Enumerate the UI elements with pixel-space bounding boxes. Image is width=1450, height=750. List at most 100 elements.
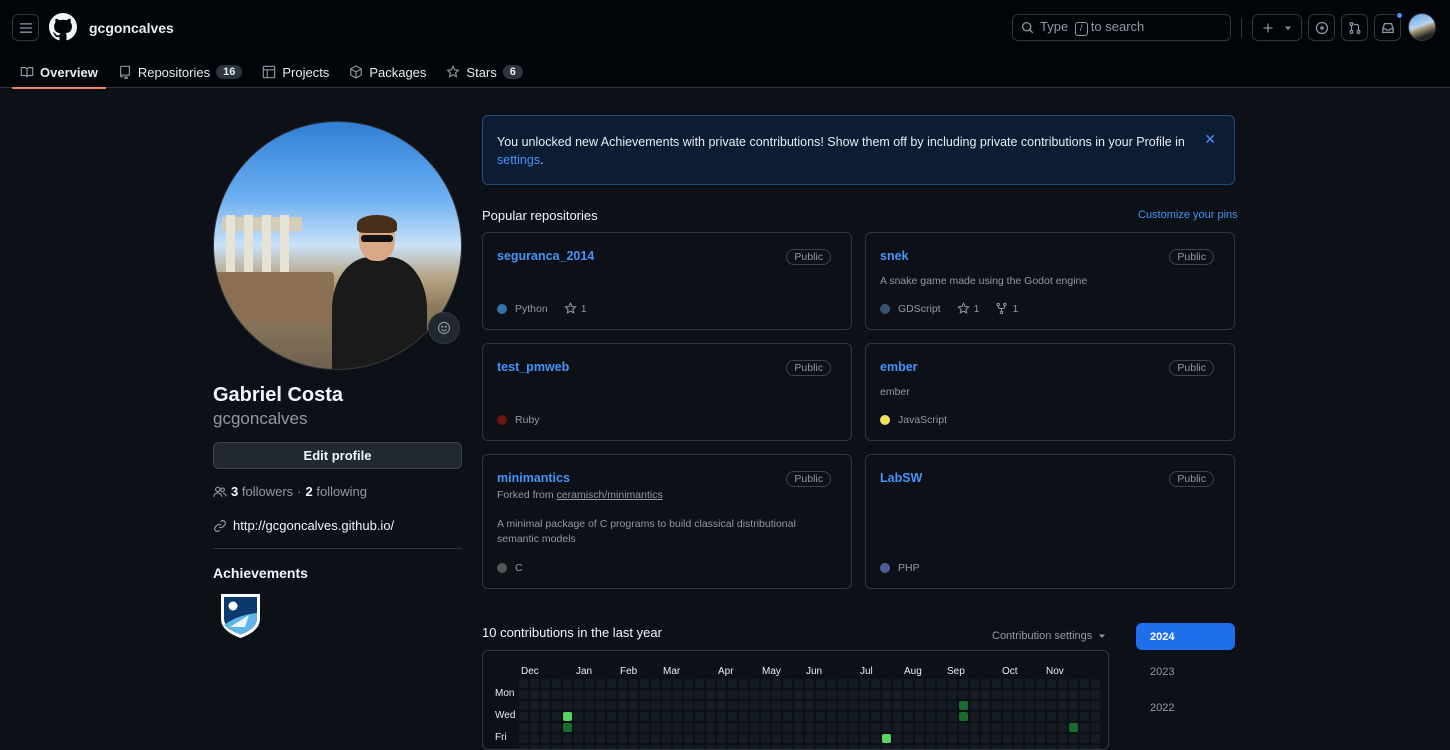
contribution-cell[interactable] — [629, 679, 638, 688]
contribution-cell[interactable] — [970, 734, 979, 743]
contribution-cell[interactable] — [717, 723, 726, 732]
contribution-cell[interactable] — [640, 690, 649, 699]
contribution-cell[interactable] — [607, 745, 616, 749]
contribution-cell[interactable] — [926, 723, 935, 732]
contribution-cell[interactable] — [585, 679, 594, 688]
contribution-cell[interactable] — [860, 690, 869, 699]
contribution-cell[interactable] — [959, 690, 968, 699]
contribution-cell[interactable] — [827, 734, 836, 743]
contribution-cell[interactable] — [772, 723, 781, 732]
contribution-cell[interactable] — [563, 690, 572, 699]
contribution-cell[interactable] — [827, 679, 836, 688]
contribution-cell[interactable] — [805, 701, 814, 710]
search-input[interactable]: Type / to search — [1012, 14, 1231, 41]
contribution-cell[interactable] — [750, 679, 759, 688]
contribution-cell[interactable] — [618, 734, 627, 743]
contribution-cell[interactable] — [618, 701, 627, 710]
contribution-cell[interactable] — [530, 690, 539, 699]
contribution-cell[interactable] — [838, 701, 847, 710]
contribution-cell[interactable] — [893, 723, 902, 732]
contribution-cell[interactable] — [607, 712, 616, 721]
contribution-cell[interactable] — [915, 734, 924, 743]
contribution-cell[interactable] — [695, 690, 704, 699]
contribution-cell[interactable] — [662, 712, 671, 721]
year-2023-button[interactable]: 2023 — [1136, 658, 1235, 685]
contribution-cell[interactable] — [574, 723, 583, 732]
tab-packages[interactable]: Packages — [341, 56, 434, 88]
contribution-cell[interactable] — [640, 679, 649, 688]
contribution-cell[interactable] — [772, 701, 781, 710]
contribution-cell[interactable] — [1003, 723, 1012, 732]
contribution-cell[interactable] — [717, 701, 726, 710]
contribution-cell[interactable] — [805, 734, 814, 743]
contribution-cell[interactable] — [827, 712, 836, 721]
contribution-cell[interactable] — [915, 723, 924, 732]
contribution-cell[interactable] — [937, 734, 946, 743]
contribution-cell[interactable] — [1058, 712, 1067, 721]
contribution-cell[interactable] — [794, 734, 803, 743]
contribution-cell[interactable] — [673, 712, 682, 721]
contribution-cell[interactable] — [871, 701, 880, 710]
contribution-cell[interactable] — [849, 712, 858, 721]
repo-name-link[interactable]: seguranca_2014 — [497, 249, 594, 263]
contribution-cell[interactable] — [1080, 723, 1089, 732]
contribution-cell[interactable] — [695, 679, 704, 688]
contribution-cell[interactable] — [1014, 679, 1023, 688]
contribution-cell[interactable] — [772, 745, 781, 749]
contribution-cell[interactable] — [1025, 712, 1034, 721]
tab-projects[interactable]: Projects — [254, 56, 337, 88]
contribution-cell[interactable] — [816, 701, 825, 710]
contribution-cell[interactable] — [739, 734, 748, 743]
contribution-cell[interactable] — [783, 723, 792, 732]
contribution-cell[interactable] — [871, 734, 880, 743]
contribution-cell[interactable] — [783, 734, 792, 743]
contribution-cell[interactable] — [728, 701, 737, 710]
contribution-cell[interactable] — [948, 701, 957, 710]
contribution-cell[interactable] — [981, 723, 990, 732]
contribution-cell[interactable] — [1047, 679, 1056, 688]
contribution-cell[interactable] — [860, 745, 869, 749]
contribution-cell[interactable] — [1025, 723, 1034, 732]
contribution-cell[interactable] — [596, 701, 605, 710]
contribution-cell[interactable] — [904, 679, 913, 688]
contribution-cell[interactable] — [849, 734, 858, 743]
contribution-cell[interactable] — [585, 734, 594, 743]
contribution-cell[interactable] — [618, 712, 627, 721]
contribution-cell[interactable] — [541, 690, 550, 699]
contribution-cell[interactable] — [739, 712, 748, 721]
contribution-cell[interactable] — [948, 690, 957, 699]
contribution-cell[interactable] — [552, 723, 561, 732]
contribution-cell[interactable] — [970, 712, 979, 721]
contribution-cell[interactable] — [1003, 701, 1012, 710]
contribution-cell[interactable] — [1047, 723, 1056, 732]
contribution-cell[interactable] — [937, 690, 946, 699]
contribution-cell[interactable] — [816, 734, 825, 743]
pull-requests-button[interactable] — [1341, 14, 1368, 41]
contribution-cell[interactable] — [1058, 679, 1067, 688]
contribution-cell[interactable] — [849, 690, 858, 699]
contribution-cell[interactable] — [849, 701, 858, 710]
contribution-cell[interactable] — [695, 701, 704, 710]
contribution-cell[interactable] — [651, 723, 660, 732]
contribution-cell[interactable] — [1058, 690, 1067, 699]
contribution-cell[interactable] — [783, 679, 792, 688]
contribution-cell[interactable] — [662, 679, 671, 688]
contribution-cell[interactable] — [739, 745, 748, 749]
contribution-cell[interactable] — [761, 690, 770, 699]
contribution-cell[interactable] — [596, 745, 605, 749]
contribution-cell[interactable] — [574, 745, 583, 749]
repo-name-link[interactable]: ember — [880, 360, 918, 374]
contribution-cell[interactable] — [827, 745, 836, 749]
contribution-cell[interactable] — [750, 701, 759, 710]
contribution-cell[interactable] — [838, 712, 847, 721]
contribution-cell[interactable] — [893, 745, 902, 749]
contribution-cell[interactable] — [728, 734, 737, 743]
contribution-cell[interactable] — [651, 745, 660, 749]
contribution-cell[interactable] — [728, 723, 737, 732]
contribution-cell[interactable] — [1069, 679, 1078, 688]
contribution-cell[interactable] — [706, 745, 715, 749]
fork-source-link[interactable]: ceramisch/minimantics — [557, 489, 663, 501]
contribution-cell[interactable] — [563, 734, 572, 743]
contribution-cell[interactable] — [959, 712, 968, 721]
contribution-cell[interactable] — [926, 745, 935, 749]
